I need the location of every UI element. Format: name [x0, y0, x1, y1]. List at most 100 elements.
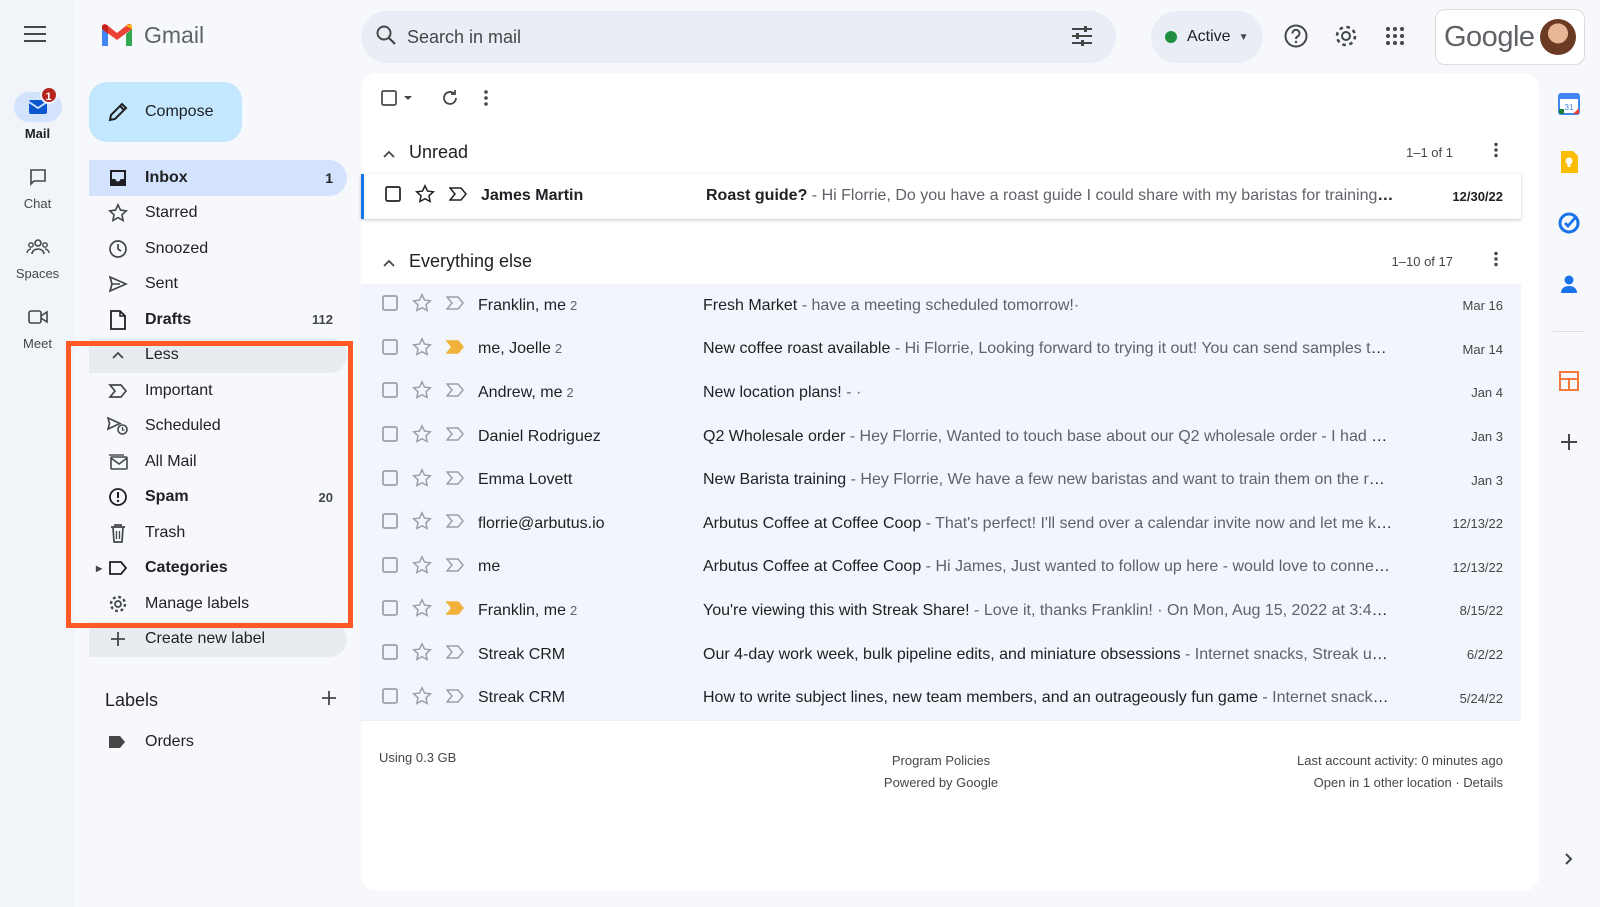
search-icon[interactable]: [375, 24, 397, 51]
date: Jan 3: [1471, 472, 1503, 488]
status-selector[interactable]: Active ▼: [1151, 11, 1263, 63]
important-marker-icon[interactable]: [445, 470, 464, 490]
important-marker-icon[interactable]: [445, 383, 464, 402]
search-input[interactable]: [407, 26, 1047, 48]
avatar[interactable]: [1540, 19, 1576, 55]
gmail-logo[interactable]: Gmail: [100, 22, 204, 49]
star-icon[interactable]: [412, 642, 432, 667]
help-icon[interactable]: [1282, 22, 1310, 50]
important-marker-icon[interactable]: [445, 340, 464, 359]
email-row[interactable]: Franklin, me 2 Fresh Market - have a meet…: [361, 284, 1521, 329]
settings-gear-icon[interactable]: [1332, 22, 1360, 50]
sidebar-item-manage-labels[interactable]: Manage labels: [89, 586, 347, 622]
rail-chat[interactable]: Chat: [0, 162, 75, 211]
contacts-icon[interactable]: [1555, 270, 1583, 298]
star-icon[interactable]: [412, 424, 432, 449]
important-marker-icon[interactable]: [445, 558, 464, 577]
rail-spaces[interactable]: Spaces: [0, 232, 75, 281]
sidebar-item-scheduled[interactable]: Scheduled: [89, 409, 347, 445]
section-everything-else[interactable]: Everything else 1–10 of 17: [361, 241, 1521, 281]
collapse-section-icon[interactable]: [383, 251, 395, 272]
important-marker-icon[interactable]: [445, 296, 464, 315]
section-unread[interactable]: Unread 1–1 of 1: [361, 132, 1521, 172]
email-row[interactable]: James Martin Roast guide? - Hi Florrie, …: [361, 174, 1521, 219]
email-row[interactable]: florrie@arbutus.io Arbutus Coffee at Cof…: [361, 502, 1521, 547]
refresh-icon[interactable]: [441, 89, 459, 107]
label-item-orders[interactable]: Orders: [107, 733, 194, 751]
email-row[interactable]: Franklin, me 2 You're viewing this with S…: [361, 589, 1521, 634]
sidebar-item-spam[interactable]: Spam 20: [89, 480, 347, 516]
sidebar-item-starred[interactable]: Starred: [89, 196, 347, 232]
row-checkbox[interactable]: [382, 382, 398, 403]
main-menu-icon[interactable]: [24, 26, 46, 44]
star-icon[interactable]: [412, 467, 432, 493]
sidebar-item-drafts[interactable]: Drafts 112: [89, 302, 347, 338]
important-marker-icon[interactable]: [445, 645, 464, 664]
expand-arrow-icon[interactable]: ▶: [96, 564, 102, 573]
label-tag-filled-icon: [107, 734, 127, 750]
calendar-icon[interactable]: 31: [1555, 90, 1583, 118]
add-addon-plus-icon[interactable]: [1555, 428, 1583, 456]
star-icon[interactable]: [415, 183, 435, 209]
row-checkbox[interactable]: [382, 338, 398, 360]
email-row[interactable]: Andrew, me 2 New location plans! - · Jan …: [361, 371, 1521, 416]
keep-notes-icon[interactable]: [1555, 148, 1583, 176]
row-checkbox[interactable]: [382, 644, 398, 665]
show-side-panel-chevron-icon[interactable]: [1555, 845, 1583, 873]
email-row[interactable]: me, Joelle 2 New coffee roast available -…: [361, 327, 1521, 373]
sidebar-item-all-mail[interactable]: All Mail: [89, 444, 347, 480]
row-checkbox[interactable]: [382, 600, 398, 621]
account-switcher[interactable]: Google: [1435, 9, 1585, 65]
rail-meet[interactable]: Meet: [0, 302, 75, 351]
row-checkbox[interactable]: [382, 426, 398, 447]
star-icon[interactable]: [412, 336, 432, 362]
sidebar-item-sent[interactable]: Sent: [89, 267, 347, 303]
row-checkbox[interactable]: [382, 469, 398, 491]
search-options-icon[interactable]: [1070, 25, 1094, 52]
email-row[interactable]: Emma Lovett New Barista training - Hey F…: [361, 458, 1521, 503]
sidebar-item-categories[interactable]: ▶ Categories: [89, 551, 347, 587]
row-checkbox[interactable]: [382, 556, 398, 578]
important-marker-icon[interactable]: [445, 427, 464, 446]
rail-mail[interactable]: 1 Mail: [0, 86, 75, 141]
tasks-icon[interactable]: [1555, 209, 1583, 237]
collapse-section-icon[interactable]: [383, 142, 395, 163]
important-marker-icon[interactable]: [445, 601, 464, 620]
email-row[interactable]: Streak CRM Our 4-day work week, bulk pip…: [361, 632, 1521, 678]
star-icon[interactable]: [412, 511, 432, 536]
caret-down-icon[interactable]: [403, 94, 413, 102]
add-label-plus-icon[interactable]: [321, 690, 337, 711]
star-icon[interactable]: [412, 554, 432, 580]
subject-line: Arbutus Coffee at Coffee Coop - That's p…: [703, 515, 1393, 533]
important-marker-icon[interactable]: [448, 187, 467, 206]
sidebar-item-snoozed[interactable]: Snoozed: [89, 231, 347, 267]
important-marker-icon[interactable]: [445, 688, 464, 708]
star-icon[interactable]: [412, 685, 432, 711]
streak-crm-icon[interactable]: [1555, 367, 1583, 395]
row-checkbox[interactable]: [382, 687, 398, 709]
star-icon[interactable]: [412, 380, 432, 405]
row-checkbox[interactable]: [382, 513, 398, 534]
search-bar[interactable]: [361, 11, 1116, 63]
more-vert-icon[interactable]: [483, 89, 489, 107]
star-icon[interactable]: [412, 293, 432, 318]
sidebar-item-inbox[interactable]: Inbox 1: [89, 160, 347, 196]
important-marker-icon[interactable]: [445, 514, 464, 533]
email-row[interactable]: Streak CRM How to write subject lines, n…: [361, 676, 1521, 721]
sidebar-item-less[interactable]: Less: [89, 337, 347, 373]
select-all-checkbox[interactable]: [381, 90, 413, 106]
compose-button[interactable]: Compose: [89, 82, 242, 142]
apps-grid-icon[interactable]: [1381, 22, 1409, 50]
email-row[interactable]: me Arbutus Coffee at Coffee Coop - Hi Ja…: [361, 545, 1521, 591]
sidebar-item-trash[interactable]: Trash: [89, 515, 347, 551]
sidebar-item-important[interactable]: Important: [89, 373, 347, 409]
star-icon[interactable]: [412, 598, 432, 623]
email-row[interactable]: Daniel Rodriguez Q2 Wholesale order - He…: [361, 414, 1521, 460]
row-checkbox[interactable]: [385, 185, 401, 207]
more-vert-icon[interactable]: [1493, 142, 1499, 163]
row-checkbox[interactable]: [382, 295, 398, 316]
details-link[interactable]: Open in 1 other location · Details: [1297, 772, 1503, 794]
more-vert-icon[interactable]: [1493, 251, 1499, 272]
star-icon: [107, 202, 129, 224]
sidebar-item-create-label[interactable]: Create new label: [89, 621, 347, 657]
